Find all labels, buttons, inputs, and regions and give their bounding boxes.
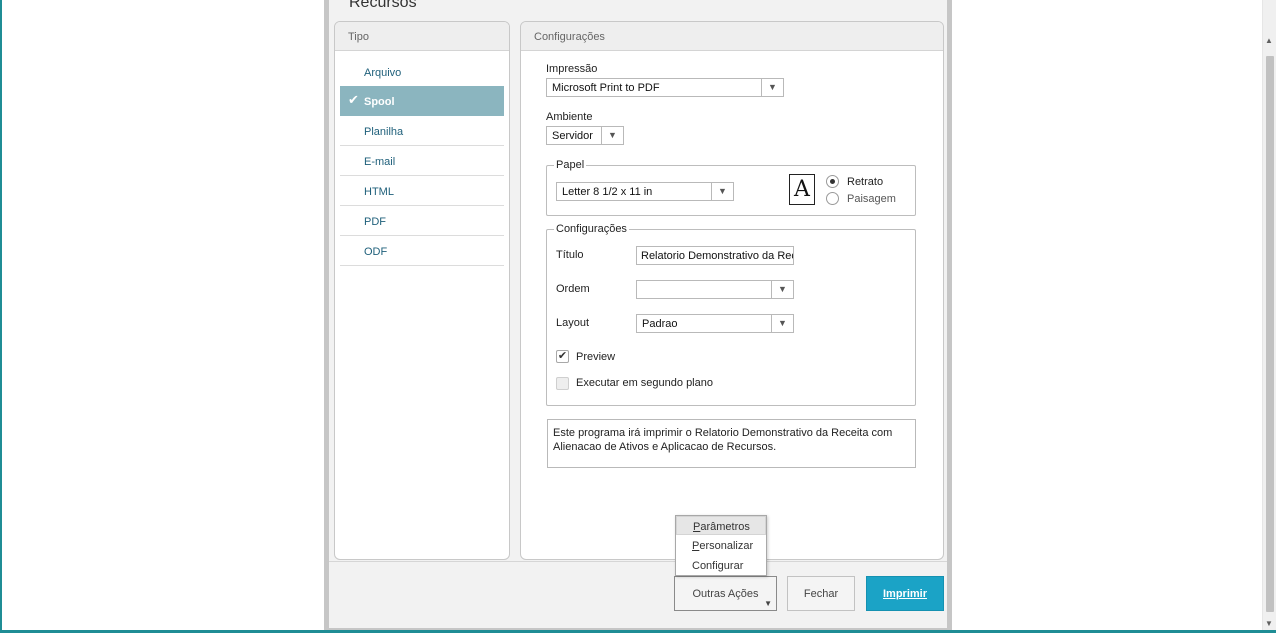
- tipo-item-label: PDF: [364, 216, 386, 228]
- tipo-item-label: Spool: [364, 96, 395, 108]
- menu-item-parametros[interactable]: Parâmetros: [676, 516, 766, 535]
- ambiente-label: Ambiente: [546, 111, 593, 123]
- impressao-label: Impressão: [546, 63, 598, 75]
- tipo-panel-header: Tipo: [335, 22, 509, 51]
- fechar-button[interactable]: Fechar: [787, 576, 855, 611]
- ordem-select[interactable]: ▼: [636, 280, 794, 299]
- tipo-item-odf[interactable]: ODF: [340, 236, 504, 266]
- chevron-down-icon[interactable]: ▼: [771, 315, 793, 332]
- menu-item-personalizar[interactable]: Personalizar: [676, 536, 766, 555]
- retrato-label: Retrato: [847, 176, 884, 188]
- paisagem-label: Paisagem: [847, 193, 896, 205]
- menu-item-configurar[interactable]: Configurar: [676, 556, 766, 575]
- scroll-thumb[interactable]: [1266, 56, 1274, 612]
- page-scrollbar[interactable]: ▲ ▼: [1262, 0, 1276, 633]
- paisagem-radio[interactable]: [826, 192, 839, 205]
- papel-legend: Papel: [554, 159, 587, 171]
- scroll-down-icon[interactable]: ▼: [1265, 619, 1273, 628]
- tipo-item-label: Planilha: [364, 126, 404, 138]
- config-panel-header: Configurações: [521, 22, 943, 51]
- chevron-down-icon[interactable]: ▼: [711, 183, 733, 200]
- menu-item-label: arâmetros: [700, 521, 750, 533]
- paper-orientation-icon: A: [789, 174, 815, 205]
- paper-size-select[interactable]: Letter 8 1/2 x 11 in ▼: [556, 182, 734, 201]
- chevron-down-icon[interactable]: ▼: [771, 281, 793, 298]
- check-icon: ✔: [348, 92, 359, 107]
- impressao-value: Microsoft Print to PDF: [552, 82, 660, 94]
- chevron-down-icon[interactable]: ▼: [601, 127, 623, 144]
- tipo-item-spool[interactable]: ✔ Spool: [340, 86, 504, 116]
- chevron-down-icon[interactable]: ▼: [761, 79, 783, 96]
- imprimir-button[interactable]: Imprimir: [866, 576, 944, 611]
- scroll-up-icon[interactable]: ▲: [1265, 36, 1273, 45]
- description-box: Este programa irá imprimir o Relatorio D…: [547, 419, 916, 468]
- dialog-title: Recursos: [349, 0, 417, 11]
- tipo-item-planilha[interactable]: Planilha: [340, 116, 504, 146]
- menu-item-label: ersonalizar: [699, 540, 754, 552]
- description-line-1: Este programa irá imprimir o Relatorio D…: [553, 427, 893, 439]
- outras-acoes-button[interactable]: Outras Ações ▼: [674, 576, 777, 611]
- tipo-item-email[interactable]: E-mail: [340, 146, 504, 176]
- outras-acoes-label: Outras Ações: [692, 588, 759, 600]
- layout-select[interactable]: Padrao ▼: [636, 314, 794, 333]
- retrato-radio[interactable]: [826, 175, 839, 188]
- layout-label: Layout: [556, 317, 590, 329]
- tipo-item-arquivo[interactable]: Arquivo: [340, 57, 504, 87]
- settings-legend: Configurações: [554, 223, 629, 235]
- menu-item-label: Configurar: [692, 560, 744, 572]
- tipo-item-html[interactable]: HTML: [340, 176, 504, 206]
- chevron-down-icon: ▼: [764, 599, 772, 608]
- tipo-item-label: ODF: [364, 246, 388, 258]
- tipo-item-label: Arquivo: [364, 67, 402, 79]
- window-border-left: [0, 0, 2, 633]
- preview-label: Preview: [576, 351, 616, 363]
- ambiente-select[interactable]: Servidor ▼: [546, 126, 624, 145]
- outras-acoes-menu: Parâmetros Personalizar Configurar: [675, 515, 767, 576]
- ordem-label: Ordem: [556, 283, 590, 295]
- impressao-select[interactable]: Microsoft Print to PDF ▼: [546, 78, 784, 97]
- layout-value: Padrao: [642, 318, 678, 330]
- titulo-label: Título: [556, 249, 584, 261]
- tipo-panel: Tipo Arquivo ✔ Spool Planilha E-mail HTM…: [334, 21, 510, 560]
- background-checkbox[interactable]: [556, 377, 569, 390]
- tipo-item-label: HTML: [364, 186, 394, 198]
- background-label: Executar em segundo plano: [576, 377, 713, 389]
- preview-checkbox[interactable]: ✔: [556, 350, 569, 363]
- tipo-item-pdf[interactable]: PDF: [340, 206, 504, 236]
- tipo-item-label: E-mail: [364, 156, 396, 168]
- description-line-2: Alienacao de Ativos e Aplicacao de Recur…: [553, 441, 777, 453]
- paper-size-value: Letter 8 1/2 x 11 in: [562, 186, 653, 198]
- titulo-input[interactable]: Relatorio Demonstrativo da Receita: [636, 246, 794, 265]
- ambiente-value: Servidor: [552, 130, 593, 142]
